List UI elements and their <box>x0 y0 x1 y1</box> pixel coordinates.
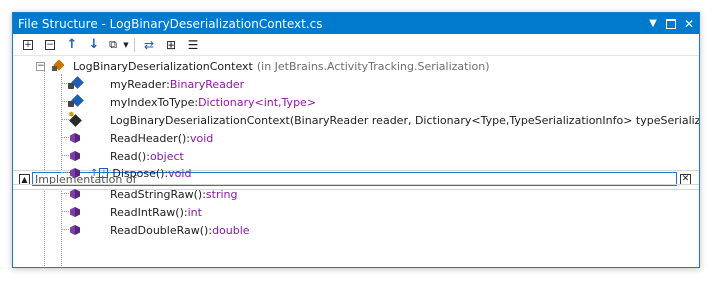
root-context: (in JetBrains.ActivityTracking.Serializa… <box>256 59 490 73</box>
member-name: LogBinaryDeserializationContext(BinaryRe… <box>110 113 700 127</box>
tree-row-member[interactable]: ReadIntRaw(): int <box>68 203 202 221</box>
tree-row-member[interactable]: ReadDoubleRaw(): double <box>68 221 250 239</box>
member-name: ReadDoubleRaw() <box>110 223 209 237</box>
method-icon <box>68 131 82 145</box>
file-structure-window: File Structure - LogBinaryDeserializatio… <box>12 12 700 268</box>
toolbar-separator <box>134 37 135 52</box>
member-type: void <box>190 131 214 145</box>
show-members-icon[interactable]: ☰ <box>182 35 204 55</box>
member-type: object <box>149 149 184 163</box>
private-field-icon <box>68 94 84 109</box>
method-icon <box>68 166 82 180</box>
member-name: myReader <box>110 77 167 91</box>
method-icon <box>68 187 82 201</box>
collapse-toggle[interactable]: − <box>36 62 45 71</box>
member-name: myIndexToType <box>110 95 195 109</box>
track-caret-icon[interactable]: ⇄ <box>138 35 160 55</box>
root-name: LogBinaryDeserializationContext <box>73 59 253 73</box>
window-title: File Structure - LogBinaryDeserializatio… <box>18 16 323 31</box>
tree-line <box>44 66 45 267</box>
member-type: BinaryReader <box>169 77 245 91</box>
tree-row-member[interactable]: myReader: BinaryReader <box>68 75 244 93</box>
close-icon[interactable]: ✕ <box>681 16 697 32</box>
tree-row-member[interactable]: Read(): object <box>68 147 184 165</box>
constructor-icon: ✸ <box>68 110 82 127</box>
member-type: Dictionary<int,Type> <box>198 95 317 109</box>
method-icon <box>68 223 82 237</box>
expand-all-icon[interactable]: + <box>17 35 39 55</box>
region-icon[interactable]: ⊞ <box>160 35 182 55</box>
chevron-down-icon[interactable]: ▼ <box>645 16 661 32</box>
method-icon <box>68 205 82 219</box>
restore-icon[interactable] <box>663 16 679 32</box>
tree-row-member[interactable]: myIndexToType: Dictionary<int,Type> <box>68 93 316 111</box>
member-name: Read() <box>110 149 147 163</box>
member-name: ReadStringRaw() <box>110 187 203 201</box>
move-down-icon[interactable]: ↓ <box>83 35 105 55</box>
member-type: double <box>212 223 250 237</box>
tree-row-root[interactable]: LogBinaryDeserializationContext (in JetB… <box>51 57 490 75</box>
toolbar: + − ↑ ↓ ⧉ ▼ ⇄ ⊞ ☰ <box>13 34 699 56</box>
member-name: Dispose() <box>112 166 165 180</box>
member-type: int <box>187 205 202 219</box>
private-field-icon <box>68 76 84 91</box>
move-up-icon[interactable]: ↑ <box>61 35 83 55</box>
title-bar: File Structure - LogBinaryDeserializatio… <box>13 13 699 34</box>
method-icon <box>68 149 82 163</box>
class-icon <box>51 59 65 73</box>
tree-row-member[interactable]: ReadStringRaw(): string <box>68 185 238 203</box>
member-type: string <box>205 187 238 201</box>
tree-row-member[interactable]: ↑ I Dispose(): void <box>68 164 191 182</box>
member-type: void <box>168 166 192 180</box>
navigate-icon[interactable]: ⧉ <box>105 35 121 55</box>
implements-interface-icon: ↑ I <box>90 168 109 179</box>
member-name: ReadIntRaw() <box>110 205 184 219</box>
member-name: ReadHeader() <box>110 131 187 145</box>
tree-row-member[interactable]: ✸ LogBinaryDeserializationContext(Binary… <box>68 110 700 129</box>
collapse-all-icon[interactable]: − <box>39 35 61 55</box>
tree-row-member[interactable]: ReadHeader(): void <box>68 129 213 147</box>
dropdown-icon[interactable]: ▼ <box>121 35 131 55</box>
